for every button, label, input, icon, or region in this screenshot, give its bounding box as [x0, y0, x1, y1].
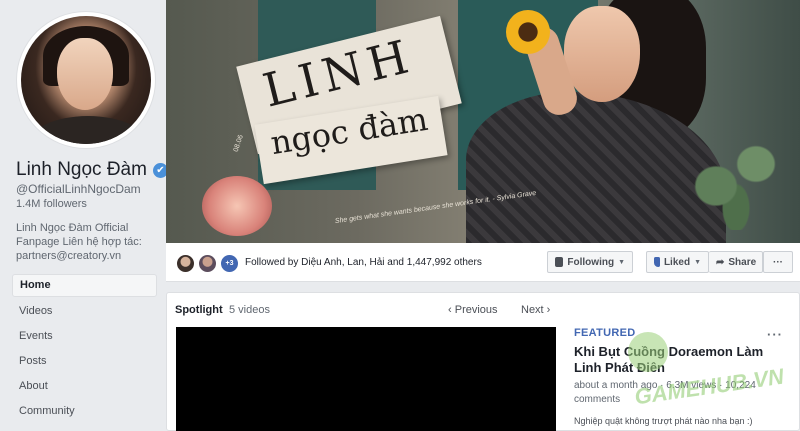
nav-item-videos[interactable]: Videos — [12, 299, 157, 324]
nav-item-posts[interactable]: Posts — [12, 349, 157, 374]
page-about-text: Linh Ngọc Đàm Official Fanpage Liên hệ h… — [16, 222, 142, 262]
share-arrow-icon: ➦ — [716, 256, 725, 268]
nav-item-community[interactable]: Community — [12, 399, 157, 424]
caret-down-icon: ▼ — [694, 258, 701, 266]
left-sidebar: Linh Ngọc Đàm ✔ @OfficialLinhNgocDam 1.4… — [0, 0, 168, 431]
caret-down-icon: ▼ — [618, 258, 625, 266]
leaves-decoration — [686, 120, 786, 230]
page-title[interactable]: Linh Ngọc Đàm ✔ — [16, 159, 168, 181]
share-button[interactable]: ➦ Share — [709, 251, 763, 273]
video-player[interactable] — [176, 327, 556, 431]
share-label: Share — [728, 256, 757, 268]
nav-item-about[interactable]: About — [12, 374, 157, 399]
thumbs-up-icon — [654, 257, 660, 267]
avatar — [21, 16, 151, 144]
more-options-button[interactable]: ··· — [763, 251, 793, 273]
next-button[interactable]: Next › — [521, 304, 550, 316]
follower-count: 1.4M followers — [16, 198, 87, 210]
video-description: Nghiệp quật không trượt phát nào nha bạn… — [574, 416, 753, 426]
following-label: Following — [567, 256, 615, 268]
cover-date: 08.06 — [232, 134, 245, 153]
chevron-left-icon: ‹ — [448, 304, 455, 316]
following-button[interactable]: Following ▼ — [547, 251, 633, 273]
sunflower-decoration — [506, 10, 550, 54]
rss-icon — [555, 257, 564, 267]
previous-button[interactable]: ‹ Previous — [448, 304, 498, 316]
nav-item-events[interactable]: Events — [12, 324, 157, 349]
profile-picture[interactable] — [16, 11, 156, 149]
page-handle[interactable]: @OfficialLinhNgocDam — [16, 182, 141, 196]
friend-avatar[interactable] — [176, 254, 195, 273]
spotlight-video-count: 5 videos — [229, 304, 270, 316]
followed-by-text[interactable]: Followed by Diệu Anh, Lan, Hải and 1,447… — [245, 257, 482, 268]
nav-item-home[interactable]: Home — [12, 274, 157, 297]
featured-label: FEATURED — [574, 327, 636, 339]
friend-avatar[interactable] — [198, 254, 217, 273]
page-action-bar: +3 Followed by Diệu Anh, Lan, Hải and 1,… — [166, 243, 800, 282]
watermark-logo: GAMEHUB.VN — [628, 326, 785, 416]
watermark-text: GAMEHUB.VN — [632, 363, 786, 410]
chevron-right-icon: › — [543, 304, 551, 316]
page-name-text: Linh Ngọc Đàm — [16, 159, 147, 180]
more-friends-badge[interactable]: +3 — [220, 254, 239, 273]
spotlight-title: Spotlight — [175, 304, 223, 316]
liked-button[interactable]: Liked ▼ — [646, 251, 709, 273]
cover-photo[interactable]: LINH ngọc đàm 08.06 She gets what she wa… — [166, 0, 800, 243]
liked-label: Liked — [663, 256, 691, 268]
page-nav: Home Videos Events Posts About Community — [12, 274, 157, 424]
rose-decoration — [202, 176, 272, 236]
